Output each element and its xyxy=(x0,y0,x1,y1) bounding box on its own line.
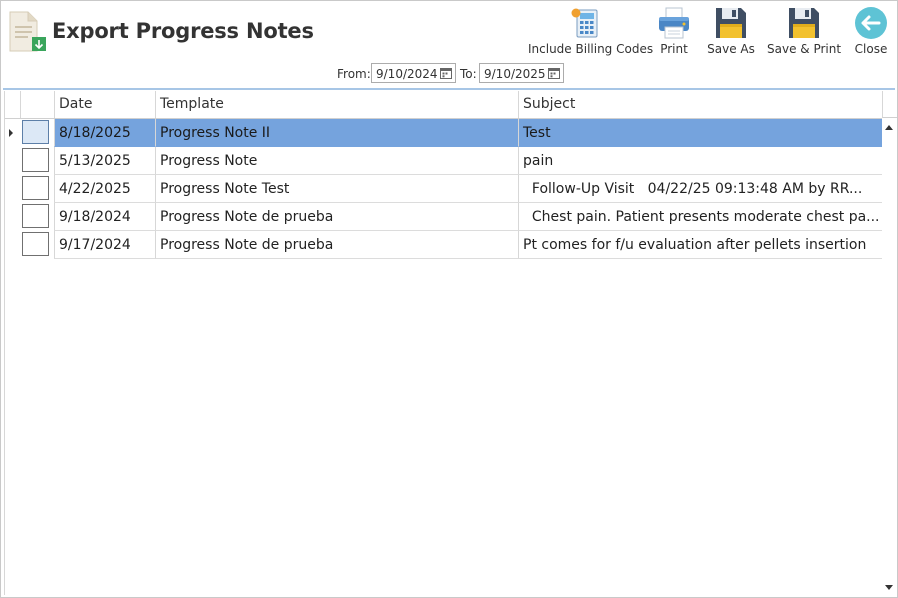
subject-cell: Pt comes for f/u evaluation after pellet… xyxy=(518,231,882,259)
column-header-select[interactable] xyxy=(20,91,54,118)
save-as-button[interactable]: Save As xyxy=(706,4,756,58)
row-checkbox[interactable] xyxy=(22,176,49,200)
template-cell: Progress Note xyxy=(155,147,518,175)
save-and-print-button[interactable]: Save & Print xyxy=(767,4,841,58)
date-cell: 4/22/2025 xyxy=(54,175,155,203)
table-row[interactable]: 5/13/2025 Progress Note pain xyxy=(5,147,882,175)
print-label: Print xyxy=(660,42,688,56)
to-date-value: 9/10/2025 xyxy=(484,67,546,81)
table-row[interactable]: 9/17/2024 Progress Note de prueba Pt comes… xyxy=(5,231,882,259)
calculator-icon xyxy=(569,6,603,40)
template-cell: Progress Note Test xyxy=(155,175,518,203)
include-billing-codes-label: Include Billing Codes xyxy=(528,42,654,56)
select-cell xyxy=(20,203,54,231)
calendar-icon[interactable] xyxy=(548,67,560,79)
to-label: To: xyxy=(460,67,477,81)
row-checkbox[interactable] xyxy=(22,232,49,256)
row-indicator xyxy=(5,203,20,231)
column-header-subject[interactable]: Subject xyxy=(518,91,882,118)
table-row[interactable]: 9/18/2024 Progress Note de prueba Chest p… xyxy=(5,203,882,231)
scroll-up-icon[interactable] xyxy=(885,125,893,130)
subject-cell: pain xyxy=(518,147,882,175)
row-indicator xyxy=(5,231,20,259)
date-range-filter: From: 9/10/2024 To: 9/10/2025 xyxy=(1,62,898,86)
to-date-picker[interactable]: 9/10/2025 xyxy=(479,63,564,83)
select-cell xyxy=(20,119,54,147)
template-cell: Progress Note de prueba xyxy=(155,203,518,231)
header-separator xyxy=(3,88,895,90)
floppy-disk-icon xyxy=(787,6,821,40)
export-progress-notes-window: Export Progress Notes Include Billing Co… xyxy=(0,0,898,598)
from-date-value: 9/10/2024 xyxy=(376,67,438,81)
template-cell: Progress Note II xyxy=(155,119,518,147)
row-checkbox[interactable] xyxy=(22,204,49,228)
column-header-template[interactable]: Template xyxy=(155,91,518,118)
close-button[interactable]: Close xyxy=(851,4,891,58)
progress-notes-grid: Date Template Subject 8/18/2025 Progress … xyxy=(4,91,897,595)
subject-cell: Test xyxy=(518,119,882,147)
subject-cell: Chest pain. Patient presents moderate ch… xyxy=(518,203,882,231)
floppy-disk-icon xyxy=(714,6,748,40)
vertical-scrollbar[interactable] xyxy=(882,118,897,595)
scroll-down-icon[interactable] xyxy=(885,585,893,590)
back-arrow-icon xyxy=(854,6,888,40)
row-indicator xyxy=(5,147,20,175)
save-as-label: Save As xyxy=(707,42,755,56)
calendar-icon[interactable] xyxy=(440,67,452,79)
from-date-picker[interactable]: 9/10/2024 xyxy=(371,63,456,83)
grid-header: Date Template Subject xyxy=(5,91,882,119)
save-and-print-label: Save & Print xyxy=(767,42,842,56)
row-indicator xyxy=(5,119,20,147)
close-label: Close xyxy=(854,42,888,56)
table-row[interactable]: 8/18/2025 Progress Note II Test xyxy=(5,119,882,147)
from-label: From: xyxy=(337,67,371,81)
document-export-icon xyxy=(8,11,48,53)
select-cell xyxy=(20,175,54,203)
subject-cell: Follow-Up Visit 04/22/25 09:13:48 AM by … xyxy=(518,175,882,203)
select-cell xyxy=(20,147,54,175)
row-checkbox[interactable] xyxy=(22,148,49,172)
date-cell: 9/17/2024 xyxy=(54,231,155,259)
current-row-arrow-icon xyxy=(9,129,13,137)
include-billing-codes-button[interactable]: Include Billing Codes xyxy=(528,4,654,58)
table-row[interactable]: 4/22/2025 Progress Note Test Follow-Up Vi… xyxy=(5,175,882,203)
date-cell: 5/13/2025 xyxy=(54,147,155,175)
print-button[interactable]: Print xyxy=(654,4,694,58)
template-cell: Progress Note de prueba xyxy=(155,231,518,259)
date-cell: 8/18/2025 xyxy=(54,119,155,147)
page-title: Export Progress Notes xyxy=(52,19,314,43)
row-indicator xyxy=(5,175,20,203)
column-header-date[interactable]: Date xyxy=(54,91,155,118)
row-checkbox[interactable] xyxy=(22,120,49,144)
select-cell xyxy=(20,231,54,259)
printer-icon xyxy=(657,6,691,40)
date-cell: 9/18/2024 xyxy=(54,203,155,231)
header-corner xyxy=(882,91,897,118)
